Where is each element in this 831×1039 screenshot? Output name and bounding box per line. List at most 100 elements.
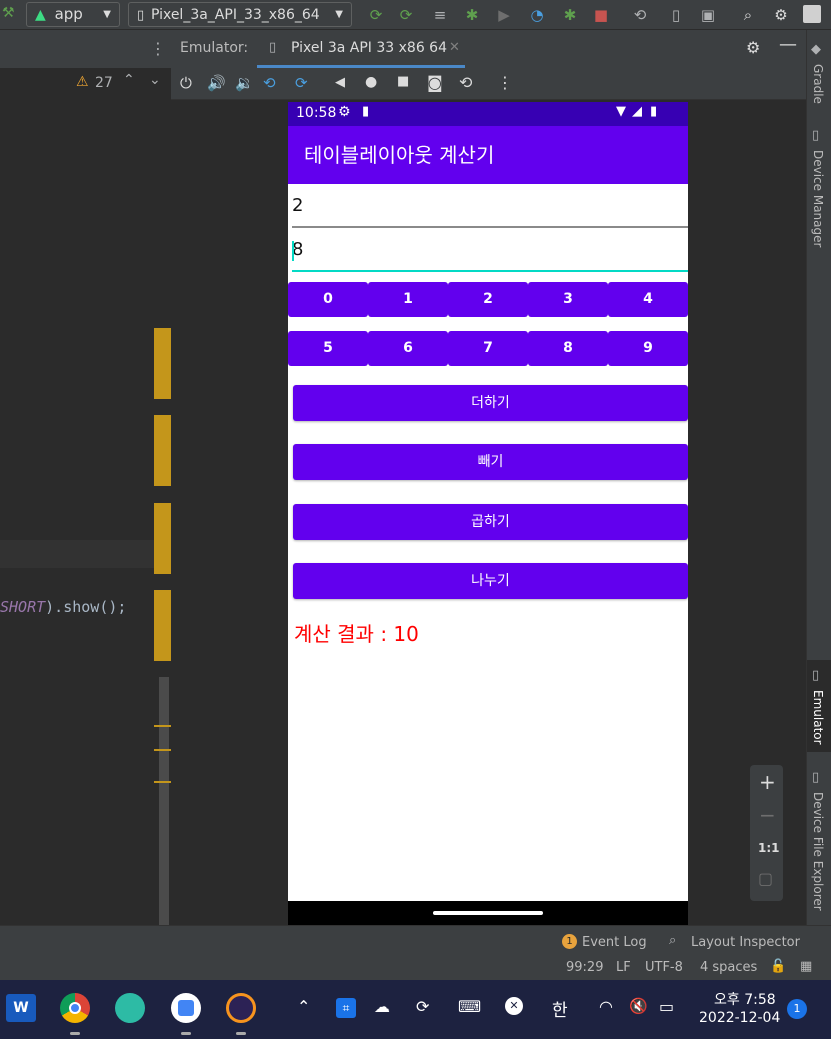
chrome-app-icon[interactable]	[60, 993, 90, 1023]
digit-button[interactable]: 4	[608, 282, 688, 317]
volume-down-icon[interactable]: 🔉	[235, 74, 254, 92]
power-icon[interactable]: ⏻	[180, 74, 192, 92]
gear-icon[interactable]: ⚙	[746, 38, 760, 57]
search-icon[interactable]: ⌕	[738, 5, 758, 25]
apply-changes-icon[interactable]: ⟳	[366, 5, 386, 25]
speaker-muted-icon[interactable]: 🔇	[629, 997, 648, 1015]
layout-inspector-button[interactable]: Layout Inspector	[691, 935, 800, 950]
fold-marker	[154, 590, 171, 661]
sync-icon[interactable]: ⟳	[416, 997, 429, 1016]
digit-button[interactable]: 1	[368, 282, 448, 317]
multiply-button[interactable]: 곱하기	[293, 504, 688, 540]
more-icon[interactable]: ⋮	[497, 73, 513, 92]
logcat-icon[interactable]: ≡	[430, 5, 450, 25]
warning-icon[interactable]: ⚠	[76, 74, 89, 90]
tab-gradle[interactable]: Gradle	[811, 64, 825, 104]
run-config-select[interactable]: ▲ app ▼	[26, 2, 120, 27]
snapshot-icon[interactable]: ⟲	[459, 73, 472, 92]
fold-marker	[154, 415, 171, 486]
hammer-icon[interactable]: ⚒	[2, 5, 15, 21]
word-app-icon[interactable]: W	[6, 994, 36, 1022]
clock-date[interactable]: 2022-12-04	[699, 1010, 780, 1026]
eclipse-app-icon[interactable]	[226, 993, 256, 1023]
editor-scrollbar[interactable]	[159, 677, 169, 925]
keyboard-icon[interactable]: ⌨	[458, 997, 481, 1016]
divide-button[interactable]: 나누기	[293, 563, 688, 599]
app-running-indicator	[236, 1032, 246, 1035]
battery-icon: ▮	[650, 104, 658, 119]
add-button[interactable]: 더하기	[293, 385, 688, 421]
tab-emulator-active[interactable]: ▯ Emulator	[807, 660, 831, 752]
digit-button[interactable]: 8	[528, 331, 608, 366]
volume-up-icon[interactable]: 🔊	[207, 74, 226, 92]
device-manager-icon[interactable]: ▯	[666, 5, 686, 25]
battery-icon[interactable]: ▭	[659, 997, 674, 1016]
overview-icon[interactable]: ■	[397, 74, 409, 89]
notification-badge[interactable]: 1	[787, 999, 807, 1019]
cloud-off-icon[interactable]: ☁	[374, 997, 390, 1016]
fold-marker	[154, 503, 171, 574]
profile-icon[interactable]: ▶	[494, 5, 514, 25]
close-icon[interactable]: ✕	[449, 40, 460, 55]
zoom-actual-size[interactable]: 1:1	[758, 841, 780, 855]
android-studio-app-icon[interactable]	[171, 993, 201, 1023]
minimize-icon[interactable]: —	[779, 34, 797, 55]
chevron-up-icon[interactable]: ⌃	[297, 997, 310, 1016]
tab-device-file-explorer[interactable]: Device File Explorer	[811, 792, 825, 911]
close-circle-icon[interactable]: ✕	[505, 997, 523, 1015]
digit-button[interactable]: 7	[448, 331, 528, 366]
ime-indicator[interactable]: 한	[552, 996, 568, 1021]
zoom-in-icon[interactable]: +	[759, 770, 776, 794]
number-input-1[interactable]: 2	[292, 192, 688, 228]
chevron-down-icon[interactable]: ⌄	[149, 72, 161, 88]
signal-icon: ◢	[632, 104, 642, 119]
file-encoding[interactable]: UTF-8	[645, 960, 683, 975]
fit-screen-icon[interactable]: ▢	[758, 869, 773, 888]
more-icon[interactable]: ⋮	[150, 39, 166, 58]
digit-button[interactable]: 2	[448, 282, 528, 317]
chevron-up-icon[interactable]: ⌃	[123, 72, 135, 88]
digit-button[interactable]: 5	[288, 331, 368, 366]
tab-emulator-device[interactable]: ▯ Pixel 3a API 33 x86 64 ✕	[257, 30, 465, 68]
attach-debugger-icon[interactable]: ✱	[560, 5, 580, 25]
debug-icon[interactable]: ✱	[462, 5, 482, 25]
digit-button[interactable]: 0	[288, 282, 368, 317]
sdk-manager-icon[interactable]: ▣	[698, 5, 718, 25]
apply-code-changes-icon[interactable]: ⟳	[396, 5, 416, 25]
code-editor[interactable]: SHORT).show();	[0, 100, 171, 925]
number-input-2[interactable]: 8	[292, 236, 688, 272]
avatar[interactable]	[803, 5, 821, 23]
digit-button[interactable]: 6	[368, 331, 448, 366]
home-gesture-handle[interactable]	[433, 911, 543, 915]
rotate-left-icon[interactable]: ⟲	[263, 74, 276, 92]
zoom-out-icon[interactable]: −	[759, 803, 776, 827]
device-select[interactable]: ▯ Pixel_3a_API_33_x86_64 ▼	[128, 2, 352, 27]
status-time: 10:58	[296, 105, 337, 121]
profiler-gauge-icon[interactable]: ◔	[527, 5, 547, 25]
status-bar-ide: 99:29 LF UTF-8 4 spaces 🔓 ▦	[0, 955, 831, 980]
indent-setting[interactable]: 4 spaces	[700, 960, 757, 975]
caret-position[interactable]: 99:29	[566, 960, 603, 975]
wifi-icon[interactable]: ◠	[599, 997, 613, 1016]
stop-icon[interactable]: ■	[591, 5, 611, 25]
subtract-button[interactable]: 빼기	[293, 444, 688, 480]
clock-time[interactable]: 오후 7:58	[714, 989, 776, 1009]
crop-tool-icon[interactable]: ⌗	[336, 998, 356, 1018]
digit-label: 9	[643, 340, 653, 356]
bird-app-icon[interactable]	[115, 993, 145, 1023]
phone-screen[interactable]: 10:58 ⚙ ▮ ▼ ◢ ▮ 테이블레이아웃 계산기 2 8 0 1 2 3 …	[288, 102, 688, 925]
memory-icon[interactable]: ▦	[800, 959, 812, 974]
tab-device-manager[interactable]: Device Manager	[811, 150, 825, 247]
home-icon[interactable]: ●	[365, 74, 377, 90]
warning-count: 27	[95, 75, 113, 91]
sync-gradle-icon[interactable]: ⟲	[630, 5, 650, 25]
lock-icon[interactable]: 🔓	[770, 959, 786, 974]
digit-button[interactable]: 3	[528, 282, 608, 317]
event-log-button[interactable]: Event Log	[582, 935, 647, 950]
line-separator[interactable]: LF	[616, 960, 631, 975]
gear-icon[interactable]: ⚙	[771, 5, 791, 25]
back-icon[interactable]: ◀	[335, 75, 345, 90]
camera-icon[interactable]: ◙	[427, 73, 443, 92]
rotate-right-icon[interactable]: ⟳	[295, 74, 308, 92]
digit-button[interactable]: 9	[608, 331, 688, 366]
